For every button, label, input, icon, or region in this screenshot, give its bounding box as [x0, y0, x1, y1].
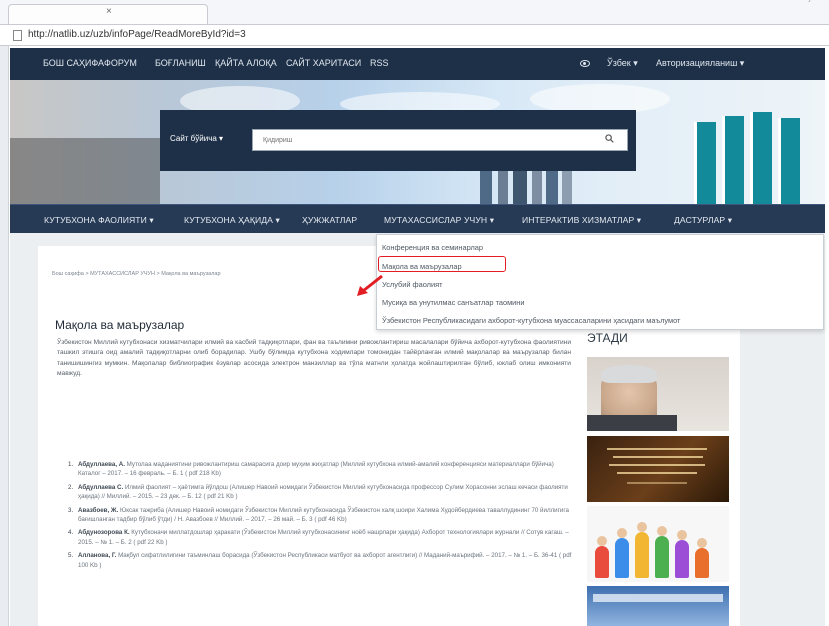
dropdown-item-methodical[interactable]: Услубий фаолият: [382, 280, 443, 289]
student-head: [677, 530, 687, 540]
mainnav-item-programs[interactable]: ДАСТУРЛАР ▾: [674, 215, 732, 226]
list-item[interactable]: 5. Алланова, Г. Мақбул сифатлилигини таъм…: [68, 551, 573, 570]
student-head: [637, 522, 647, 532]
ref-author: Авазбоев, Ж.: [78, 506, 119, 514]
building-sign: [593, 594, 723, 602]
banner-building-panel: [722, 116, 744, 204]
topnav-item-feedback[interactable]: ҚАЙТА АЛОҚА: [215, 58, 277, 68]
site-top-nav: БОШ САҲИФА ФОРУМ БОҒЛАНИШ ҚАЙТА АЛОҚА СА…: [10, 48, 825, 80]
sidebar-event-banner[interactable]: [587, 436, 729, 502]
red-arrow-icon: [357, 274, 383, 296]
student-figure: [615, 538, 629, 578]
topnav-item-forum[interactable]: ФОРУМ: [104, 58, 137, 68]
student-figure: [655, 536, 669, 578]
system-indicator: ˊ: [807, 0, 811, 11]
banner-text-line: [613, 456, 703, 458]
ref-text[interactable]: Илмий фаолият – ҳаётимга йўлдош (Алишер …: [78, 484, 568, 500]
breadcrumb[interactable]: Бош саҳифа > МУТАХАССИСЛАР УЧУН > Мақола…: [52, 271, 221, 277]
banner-building-panel: [750, 112, 772, 204]
topnav-item-home[interactable]: БОШ САҲИФА: [43, 58, 104, 68]
search-icon[interactable]: [605, 134, 614, 143]
mainnav-item-activity[interactable]: КУТУБХОНА ФАОЛИЯТИ ▾: [44, 215, 154, 226]
dropdown-item-conferences[interactable]: Конференция ва семинарлар: [382, 243, 483, 252]
banner-building-panel: [778, 118, 800, 204]
student-head: [657, 526, 667, 536]
sidebar-portrait-image[interactable]: [587, 357, 729, 431]
mainnav-item-about[interactable]: КУТУБХОНА ҲАҚИДА ▾: [184, 215, 280, 226]
banner-building-panel: [694, 122, 716, 204]
list-item[interactable]: 4. Абдунозорова К. Кутубхоначи миллатдошл…: [68, 528, 573, 547]
intro-paragraph: Ўзбекистон Миллий кутубхонаси хизматчила…: [57, 339, 571, 378]
highlight-box: [378, 256, 506, 272]
list-number: 4.: [68, 529, 74, 537]
list-item[interactable]: 2. Абдуллаева С. Илмий фаолият – ҳаётимга…: [68, 483, 573, 502]
banner-shadow: [10, 138, 160, 204]
search-scope-dropdown[interactable]: Сайт бўйича ▾: [170, 134, 223, 143]
list-number: 1.: [68, 461, 74, 468]
sidebar-building-image[interactable]: [587, 586, 729, 626]
student-figure: [635, 532, 649, 578]
url-text[interactable]: http://natlib.uz/uzb/infoPage/ReadMoreBy…: [28, 29, 246, 40]
eye-icon[interactable]: [580, 60, 590, 67]
student-head: [617, 528, 627, 538]
main-nav: КУТУБХОНА ФАОЛИЯТИ ▾ КУТУБХОНА ҲАҚИДА ▾ …: [10, 204, 825, 233]
ref-author: Алланова, Г.: [78, 552, 117, 560]
ref-author: Абдунозорова К.: [78, 529, 130, 537]
sidebar-title: ЭТАДИ: [587, 331, 628, 345]
mainnav-item-specialists[interactable]: МУТАХАССИСЛАР УЧУН ▾: [384, 215, 494, 226]
dropdown-item-republic-info[interactable]: Ўзбекистон Республикасидаги ахборот-куту…: [382, 316, 680, 325]
sidebar-students-image[interactable]: [587, 506, 729, 582]
ref-text[interactable]: Мутолаа маданиятини ривожлантириш самара…: [78, 461, 554, 477]
mainnav-item-interactive[interactable]: ИНТЕРАКТИВ ХИЗМАТЛАР ▾: [522, 215, 641, 226]
reference-list: 1. Абдуллаева, А. Мутолаа маданиятини рив…: [68, 460, 573, 574]
auth-dropdown[interactable]: Авторизацияланиш ▾: [656, 58, 744, 69]
student-figure: [675, 540, 689, 578]
portrait-body: [587, 415, 677, 431]
student-head: [597, 536, 607, 546]
dropdown-item-music[interactable]: Мусиқа ва унутилмас санъатлар таомини: [382, 298, 525, 307]
topnav-item-sitemap[interactable]: САЙТ ХАРИТАСИ: [286, 58, 361, 68]
browser-tab[interactable]: ×: [8, 4, 208, 24]
ref-text[interactable]: Кутубхоначи миллатдошлар ҳаракати (Ўзбек…: [78, 529, 569, 545]
page-title: Мақола ва маърузалар: [55, 318, 185, 332]
mainnav-item-documents[interactable]: ҲУЖЖАТЛАР: [302, 215, 357, 225]
list-number: 3.: [68, 506, 74, 514]
list-item[interactable]: 3. Авазбоев, Ж. Юксак тажриба (Алишер Нав…: [68, 506, 573, 525]
banner-text-line: [609, 464, 705, 466]
search-input[interactable]: [252, 129, 628, 151]
close-tab-icon[interactable]: ×: [106, 6, 112, 17]
student-head: [697, 538, 707, 548]
language-selector[interactable]: Ўзбек ▾: [607, 58, 638, 69]
student-figure: [695, 548, 709, 578]
banner-text-line: [607, 448, 707, 450]
browser-tab-strip: × ˊ: [0, 0, 829, 24]
page-icon: [13, 30, 22, 41]
specialists-dropdown-menu: Конференция ва семинарлар Мақола ва маър…: [376, 234, 824, 330]
address-bar[interactable]: http://natlib.uz/uzb/infoPage/ReadMoreBy…: [0, 24, 829, 46]
student-figure: [595, 546, 609, 578]
banner-text-line: [617, 472, 697, 474]
ref-author: Абдуллаева С.: [78, 483, 124, 491]
window-edge: [0, 46, 9, 626]
topnav-item-rss[interactable]: RSS: [370, 58, 389, 68]
portrait-hair: [601, 365, 657, 383]
list-number: 2.: [68, 483, 74, 491]
list-number: 5.: [68, 552, 74, 560]
ref-text[interactable]: Юксак тажриба (Алишер Навоий номидаги Ўз…: [78, 507, 569, 523]
ref-author: Абдуллаева, А.: [78, 461, 125, 468]
topnav-item-contact[interactable]: БОҒЛАНИШ: [155, 58, 206, 68]
list-item[interactable]: 1. Абдуллаева, А. Мутолаа маданиятини рив…: [68, 460, 573, 479]
ref-text[interactable]: Мақбул сифатлилигини таъминлаш борасида …: [78, 552, 571, 568]
banner-text-line: [627, 482, 687, 484]
